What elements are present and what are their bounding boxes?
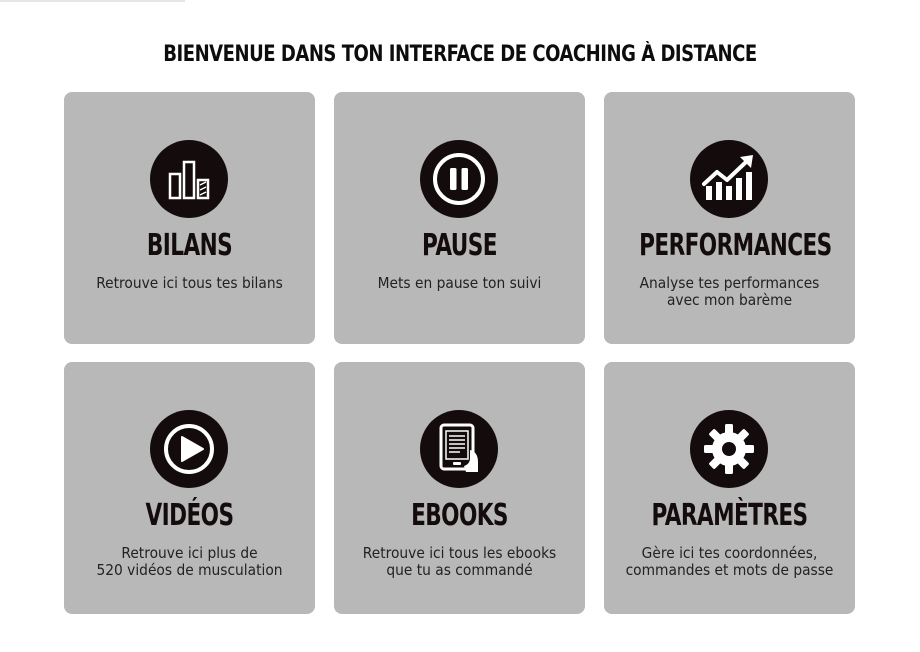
card-description: Retrouve ici tous tes bilans [96, 274, 283, 292]
videos-card[interactable]: VIDÉOS Retrouve ici plus de 520 vidéos d… [64, 362, 315, 614]
trend-up-icon [690, 140, 768, 218]
performances-card[interactable]: PERFORMANCES Analyse tes performances av… [604, 92, 855, 344]
card-title: PAUSE [422, 228, 497, 263]
card-title: BILANS [146, 228, 233, 263]
card-description: Retrouve ici plus de 520 vidéos de muscu… [96, 544, 283, 579]
card-description: Retrouve ici tous les ebooks que tu as c… [362, 544, 557, 579]
card-description: Analyse tes performances avec mon barème [639, 274, 820, 309]
parametres-card[interactable]: PARAMÈTRES Gère ici tes coordonnées, com… [604, 362, 855, 614]
card-description: Gère ici tes coordonnées, commandes et m… [625, 544, 834, 579]
card-title: PARAMÈTRES [651, 498, 808, 533]
card-title: PERFORMANCES [639, 228, 832, 263]
pause-icon [420, 140, 498, 218]
card-description: Mets en pause ton suivi [377, 274, 542, 292]
ebooks-card[interactable]: EBOOKS Retrouve ici tous les ebooks que … [334, 362, 585, 614]
page-title: BIENVENUE DANS TON INTERFACE DE COACHING… [163, 42, 757, 67]
pause-card[interactable]: PAUSE Mets en pause ton suivi [334, 92, 585, 344]
card-title: EBOOKS [411, 498, 508, 533]
gear-icon [690, 410, 768, 488]
top-divider [0, 0, 185, 2]
bar-chart-icon [150, 140, 228, 218]
ebook-reader-icon [420, 410, 498, 488]
play-icon [150, 410, 228, 488]
card-title: VIDÉOS [145, 498, 234, 533]
bilans-card[interactable]: BILANS Retrouve ici tous tes bilans [64, 92, 315, 344]
